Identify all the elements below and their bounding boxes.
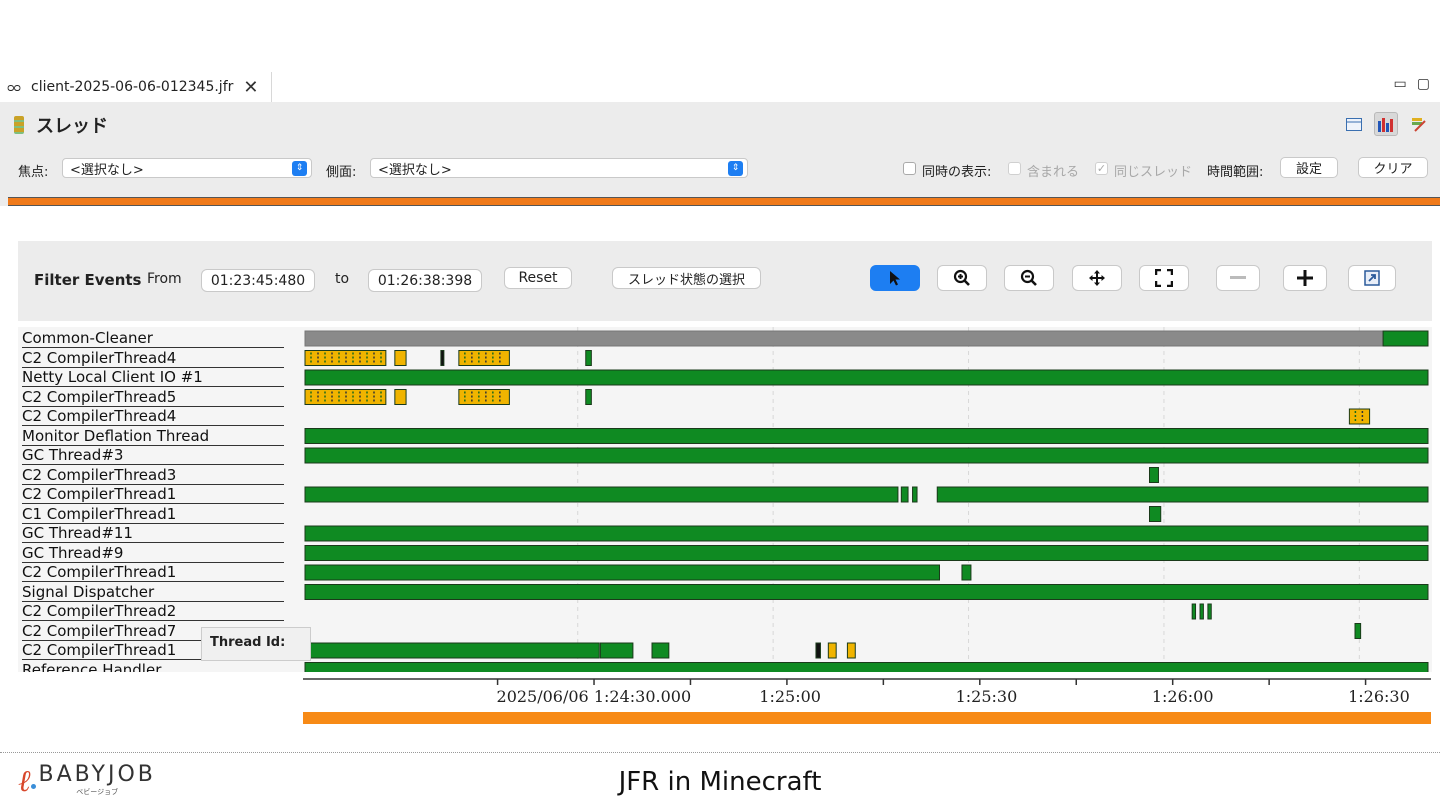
fit-icon[interactable]	[1139, 265, 1189, 291]
thread-state-segment[interactable]	[304, 330, 1384, 347]
recording-icon: ᴑᴑ	[7, 80, 21, 94]
close-icon[interactable]: ✕	[243, 77, 258, 98]
table-view-icon[interactable]	[1342, 112, 1366, 136]
filter-events-panel: Filter Events From 01:23:45:480 to 01:26…	[18, 241, 1432, 321]
axis-tick-label: 2025/06/06 1:24:30.000	[496, 687, 692, 706]
select-arrows-icon: ⇕	[728, 161, 743, 176]
thread-state-segment[interactable]	[1148, 467, 1159, 483]
thread-state-segment[interactable]	[651, 642, 670, 659]
thread-state-segment[interactable]	[936, 486, 1429, 503]
concurrent-label: 同時の表示:	[922, 165, 992, 180]
zoom-in-icon[interactable]	[937, 265, 987, 291]
concurrent-checkbox[interactable]	[903, 162, 916, 175]
from-time-field[interactable]: 01:23:45:480	[201, 269, 315, 292]
minimize-icon[interactable]: ▭	[1394, 76, 1407, 92]
same-thread-label: 同じスレッド	[1114, 165, 1193, 180]
file-tab-title: client-2025-06-06-012345.jfr	[31, 79, 234, 95]
side-select-value: <選択なし>	[378, 162, 452, 178]
axis-tick-label: 1:26:30	[1348, 687, 1410, 706]
axis-tick-label: 1:25:00	[759, 687, 821, 706]
thread-state-select-button[interactable]: スレッド状態の選択	[612, 267, 761, 289]
thread-state-segment[interactable]	[846, 642, 856, 659]
thread-state-segment[interactable]	[304, 642, 600, 659]
thread-state-segment[interactable]	[815, 642, 821, 659]
thread-state-segment[interactable]	[912, 486, 918, 503]
expand-icon[interactable]	[1283, 265, 1327, 291]
thread-state-segment[interactable]	[304, 369, 1429, 386]
thread-state-segment[interactable]	[1191, 603, 1197, 620]
maximize-icon[interactable]: ▢	[1417, 76, 1430, 92]
thread-state-segment[interactable]	[1148, 506, 1162, 522]
page-title: スレッド	[14, 112, 108, 138]
select-pointer-icon[interactable]	[870, 265, 920, 291]
time-range-bar[interactable]	[8, 197, 1440, 206]
thread-lanes[interactable]	[18, 327, 1432, 672]
thread-state-segment[interactable]	[1207, 603, 1212, 620]
export-icon[interactable]	[1348, 265, 1396, 291]
edit-icon[interactable]	[1406, 112, 1430, 136]
clear-button[interactable]: クリア	[1358, 157, 1428, 178]
thread-state-segment[interactable]	[440, 350, 445, 366]
thread-state-segment[interactable]	[304, 428, 1429, 444]
thread-state-segment[interactable]	[1382, 330, 1429, 347]
thread-state-segment[interactable]	[304, 447, 1429, 464]
pan-icon[interactable]	[1072, 265, 1122, 291]
thread-state-segment[interactable]	[1348, 408, 1371, 425]
time-axis-line	[303, 678, 1431, 685]
thread-state-segment[interactable]	[1199, 603, 1204, 620]
same-thread-checkbox[interactable]: ✓	[1095, 162, 1108, 175]
page-title-text: スレッド	[36, 116, 108, 137]
thread-state-segment[interactable]	[900, 486, 909, 503]
thread-tooltip: Thread Id:	[201, 627, 311, 661]
chart-view-icon[interactable]	[1374, 112, 1398, 136]
thread-state-segment[interactable]	[458, 350, 510, 366]
view-toolbar	[1342, 112, 1430, 136]
focus-select-value: <選択なし>	[70, 162, 144, 178]
page-header: スレッド 焦点: <選択なし> ⇕ 側面: <選択なし> ⇕ 同時の表示: 含ま…	[0, 102, 1440, 206]
axis-tick-label: 1:26:00	[1151, 687, 1214, 706]
thread-state-segment[interactable]	[961, 564, 972, 581]
thread-stack-icon	[14, 116, 24, 134]
time-range-label: 時間範囲:	[1207, 165, 1264, 180]
set-button[interactable]: 設定	[1280, 157, 1338, 178]
thread-state-segment[interactable]	[458, 389, 510, 405]
filter-events-title: Filter Events	[34, 271, 142, 289]
focus-label: 焦点:	[18, 165, 49, 180]
thread-state-segment[interactable]	[304, 525, 1429, 542]
thread-state-segment[interactable]	[394, 389, 407, 405]
thread-state-segment[interactable]	[304, 662, 1429, 673]
contained-label: 含まれる	[1027, 165, 1080, 180]
thread-state-segment[interactable]	[585, 350, 592, 366]
thread-state-segment[interactable]	[394, 350, 407, 366]
zoom-out-icon[interactable]	[1004, 265, 1054, 291]
to-label: to	[335, 271, 350, 287]
select-arrows-icon: ⇕	[292, 161, 307, 176]
thread-state-segment[interactable]	[304, 486, 899, 503]
from-label: From	[147, 271, 182, 287]
contained-checkbox[interactable]	[1008, 162, 1021, 175]
focus-select[interactable]: <選択なし> ⇕	[62, 158, 312, 178]
thread-state-segment[interactable]	[304, 584, 1429, 600]
time-range-slider[interactable]	[303, 712, 1431, 724]
file-tab[interactable]: ᴑᴑ client-2025-06-06-012345.jfr ✕	[0, 72, 272, 102]
editor-tab-bar: ᴑᴑ client-2025-06-06-012345.jfr ✕ ▭ ▢	[0, 72, 1440, 102]
window-controls: ▭ ▢	[1394, 76, 1440, 92]
to-time-field[interactable]: 01:26:38:398	[368, 269, 482, 292]
reset-button[interactable]: Reset	[504, 267, 572, 289]
tooltip-label: Thread Id:	[210, 635, 286, 650]
thread-state-segment[interactable]	[827, 642, 837, 659]
thread-state-segment[interactable]	[585, 389, 592, 405]
collapse-icon[interactable]	[1216, 265, 1260, 291]
side-label: 側面:	[326, 165, 357, 180]
thread-chart[interactable]: Common-Cleaner C2 CompilerThread4 Netty Lo…	[18, 327, 1432, 672]
thread-state-segment[interactable]	[304, 545, 1429, 561]
thread-state-segment[interactable]	[599, 642, 634, 659]
slide-title: JFR in Minecraft	[618, 767, 822, 797]
axis-tick-label: 1:25:30	[955, 687, 1018, 706]
side-select[interactable]: <選択なし> ⇕	[370, 158, 748, 178]
thread-state-segment[interactable]	[1354, 623, 1362, 639]
thread-state-segment[interactable]	[304, 564, 940, 581]
slide-footer: ℓ BABYJOB ベビージョブ JFR in Minecraft	[0, 752, 1440, 811]
